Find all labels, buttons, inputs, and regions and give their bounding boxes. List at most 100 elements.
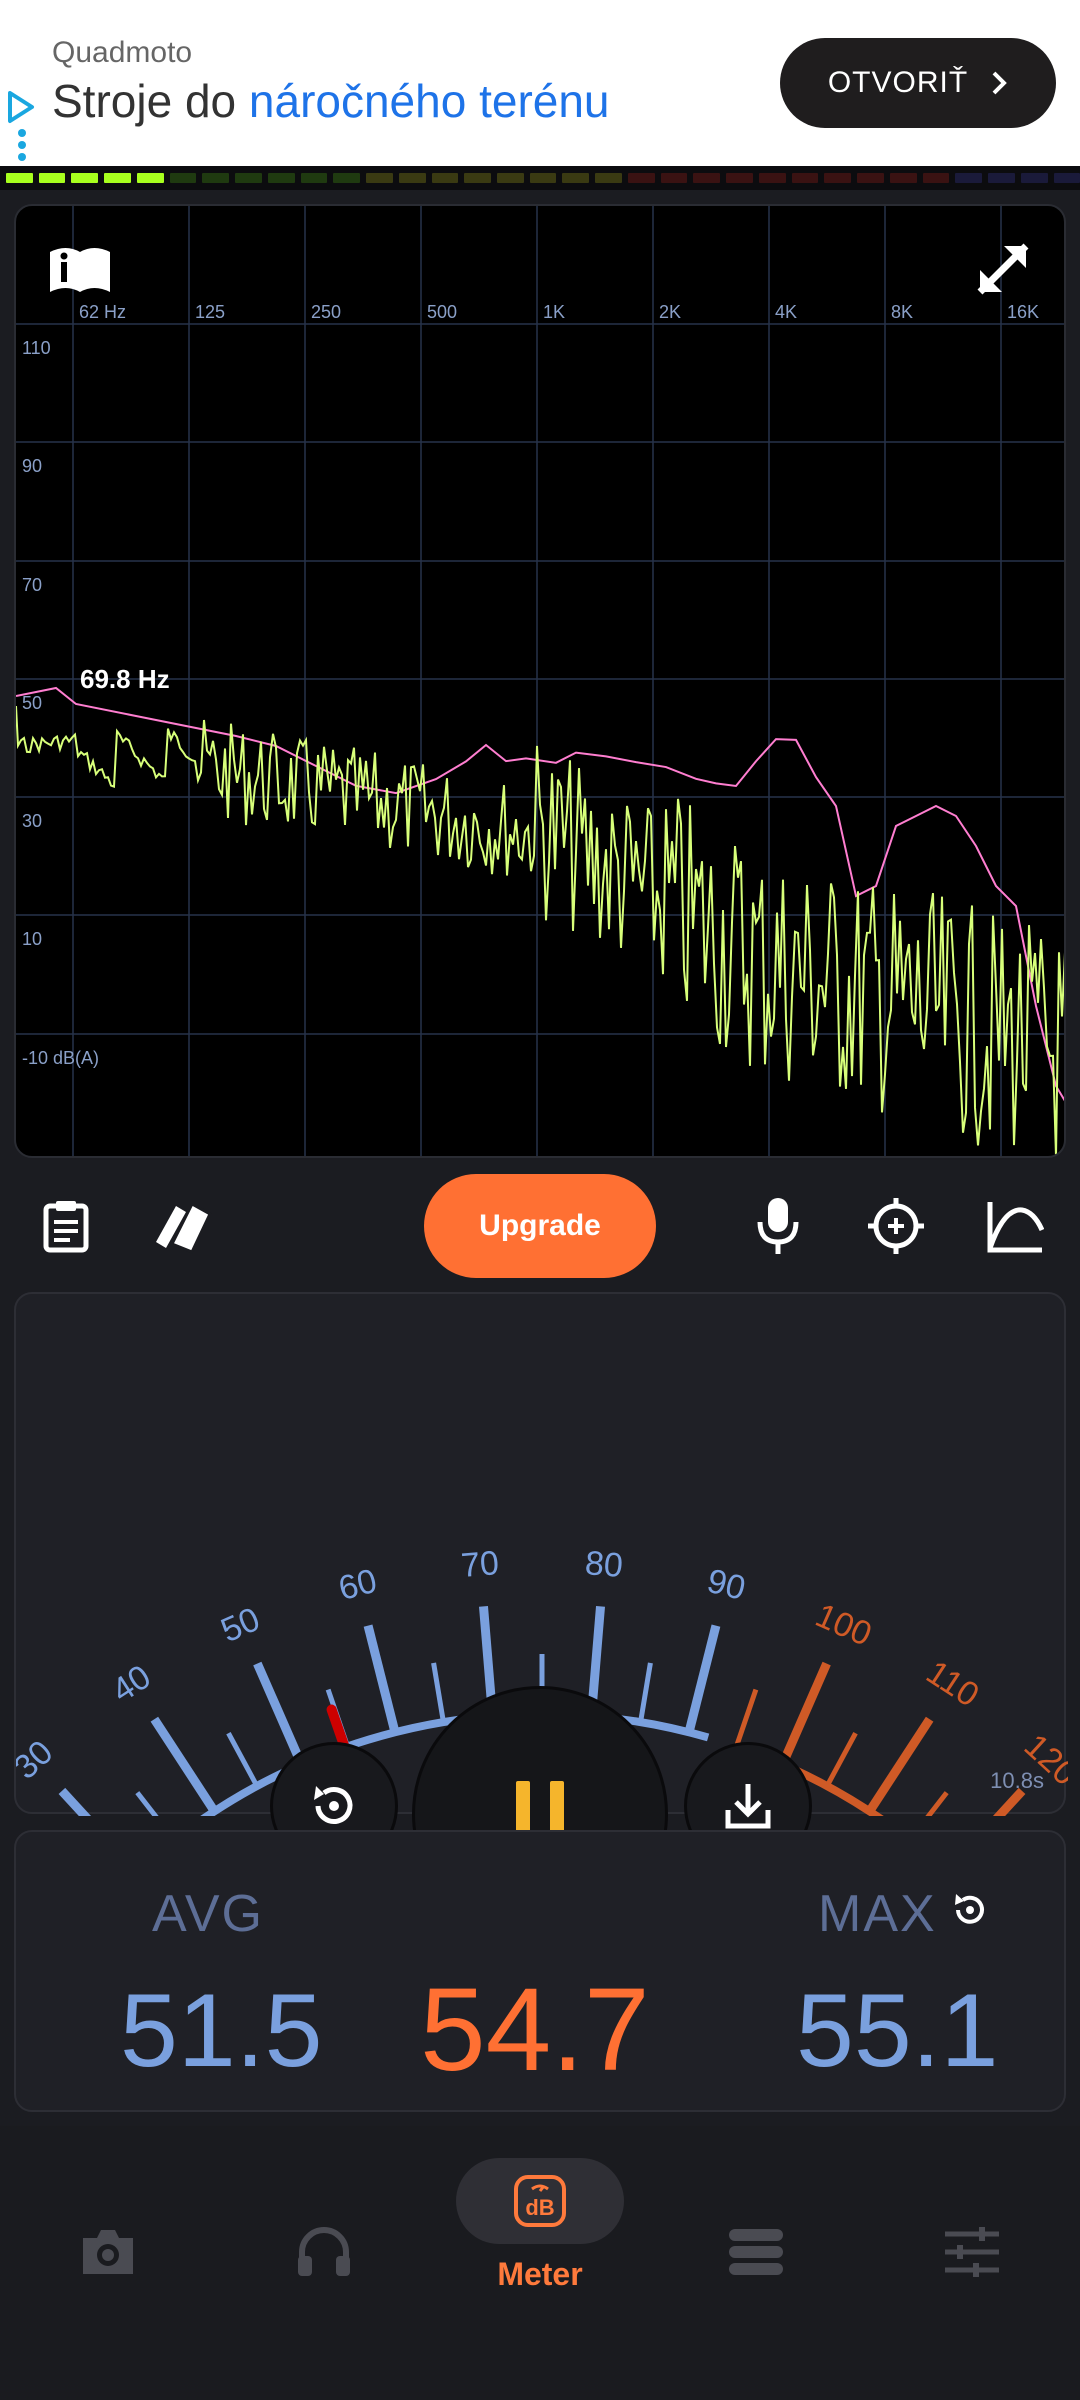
sliders-icon[interactable] <box>932 2212 1012 2292</box>
crosshair-icon[interactable] <box>864 1194 928 1258</box>
level-segment <box>333 173 361 183</box>
gauge-tick <box>865 1716 934 1814</box>
cursor-frequency-label: 69.8 Hz <box>80 664 170 694</box>
level-segment <box>791 173 819 183</box>
level-segment <box>136 173 164 183</box>
list-icon[interactable] <box>716 2212 796 2292</box>
max-value: 55.1 <box>796 1973 999 2089</box>
level-segment <box>366 173 393 183</box>
level-segment <box>71 173 99 183</box>
db-tick-label: 90 <box>22 456 42 476</box>
gauge-scale-label: 60 <box>335 1562 381 1608</box>
clipboard-icon[interactable] <box>34 1194 98 1258</box>
gauge-tick <box>778 1661 831 1767</box>
nav-meter-tab[interactable]: dB <box>456 2158 624 2244</box>
level-segment <box>431 173 459 183</box>
db-tick-label: 110 <box>22 338 51 358</box>
freq-tick-label: 1K <box>543 302 565 322</box>
db-tick-label: 30 <box>22 811 42 831</box>
gauge-scale-label: 100 <box>810 1596 877 1654</box>
cards-icon[interactable] <box>150 1194 214 1258</box>
gauge-tick <box>734 1688 759 1748</box>
ad-brand: Quadmoto <box>52 36 193 69</box>
level-meter-strip <box>0 166 1080 190</box>
level-segment <box>300 173 328 183</box>
db-meter-icon: dB <box>514 2175 566 2227</box>
camera-icon[interactable] <box>68 2212 148 2292</box>
spectrum-chart: 62 Hz 125 250 500 1K 2K 4K 8K 16K 110 90 70 50 30 10 -1… <box>16 206 1064 1156</box>
nav-meter-label: Meter <box>497 2256 583 2292</box>
curve-icon[interactable] <box>982 1194 1046 1258</box>
guide-book-icon[interactable] <box>50 248 110 292</box>
gauge-scale-label: 80 <box>584 1544 625 1585</box>
level-segment <box>1020 173 1048 183</box>
download-icon <box>725 1784 771 1829</box>
svg-text:dB: dB <box>525 2195 554 2220</box>
level-segment <box>202 173 230 183</box>
freq-tick-label: 500 <box>427 302 457 322</box>
level-segment <box>6 173 33 183</box>
level-segment <box>267 173 295 183</box>
headphones-icon[interactable] <box>284 2212 364 2292</box>
level-segment <box>627 173 655 183</box>
bottom-navigation: dB Meter <box>0 2126 1080 2400</box>
ad-headline: Stroje do náročného terénu <box>52 75 610 127</box>
ad-play-icon <box>8 91 34 123</box>
level-segment <box>562 173 590 183</box>
ad-menu-icon[interactable] <box>16 128 28 162</box>
freq-tick-label: 62 Hz <box>79 302 126 322</box>
expand-icon[interactable] <box>977 243 1029 295</box>
level-segment <box>660 173 688 183</box>
level-segment <box>857 173 884 183</box>
db-tick-label: 10 <box>22 929 42 949</box>
freq-tick-label: 16K <box>1007 302 1039 322</box>
spectrum-peak-line <box>16 686 1064 1102</box>
chevron-right-icon <box>992 71 1008 95</box>
gauge-tick <box>253 1661 306 1767</box>
level-segment <box>595 173 622 183</box>
freq-tick-label: 2K <box>659 302 681 322</box>
level-segment <box>988 173 1015 183</box>
reset-icon <box>314 1786 353 1824</box>
level-segment <box>726 173 753 183</box>
gauge-tick <box>363 1624 400 1734</box>
db-tick-label: 70 <box>22 575 42 595</box>
upgrade-button[interactable]: Upgrade <box>424 1174 656 1278</box>
max-reset-icon[interactable] <box>950 1890 990 1930</box>
gauge-tick <box>431 1662 446 1723</box>
freq-tick-label: 8K <box>891 302 913 322</box>
gauge-scale-label: 30 <box>16 1733 60 1787</box>
freq-tick-label: 250 <box>311 302 341 322</box>
level-segment <box>398 173 426 183</box>
gauge-tick <box>824 1732 858 1788</box>
ad-open-button[interactable]: OTVORIŤ <box>780 38 1056 128</box>
level-segment <box>104 173 131 183</box>
gauge-scale-label: 70 <box>460 1544 501 1585</box>
freq-tick-label: 4K <box>775 302 797 322</box>
gauge-scale-label: 40 <box>105 1658 157 1710</box>
gauge-tick <box>992 1787 1026 1816</box>
gauge-tick <box>638 1662 653 1723</box>
stats-panel: AVG MAX 51.5 54.7 55.1 <box>14 1830 1066 2112</box>
gauge-tick <box>925 1791 949 1816</box>
level-segment <box>529 173 557 183</box>
gauge-scale-label: 50 <box>216 1600 266 1650</box>
level-segment <box>1053 173 1080 183</box>
level-segment <box>922 173 950 183</box>
gauge-scale-label: 110 <box>919 1653 985 1714</box>
level-segment <box>889 173 917 183</box>
ad-banner[interactable]: Quadmoto Stroje do náročného terénu OTVO… <box>0 0 1080 166</box>
gauge-tick <box>58 1787 92 1816</box>
level-segment <box>497 173 524 183</box>
level-segment <box>235 173 262 183</box>
spectrum-analyzer[interactable]: 62 Hz 125 250 500 1K 2K 4K 8K 16K 110 90 70 50 30 10 -1… <box>14 204 1066 1158</box>
toolbar: Upgrade <box>0 1164 1080 1290</box>
current-value: 54.7 <box>420 1964 650 2096</box>
level-segment <box>955 173 983 183</box>
elapsed-timer: 10.8s <box>990 1768 1044 1793</box>
microphone-icon[interactable] <box>746 1194 810 1258</box>
freq-tick-label: 125 <box>195 302 225 322</box>
gauge-tick <box>150 1716 219 1814</box>
avg-label: AVG <box>152 1885 264 1943</box>
gauge-tick <box>684 1624 721 1734</box>
